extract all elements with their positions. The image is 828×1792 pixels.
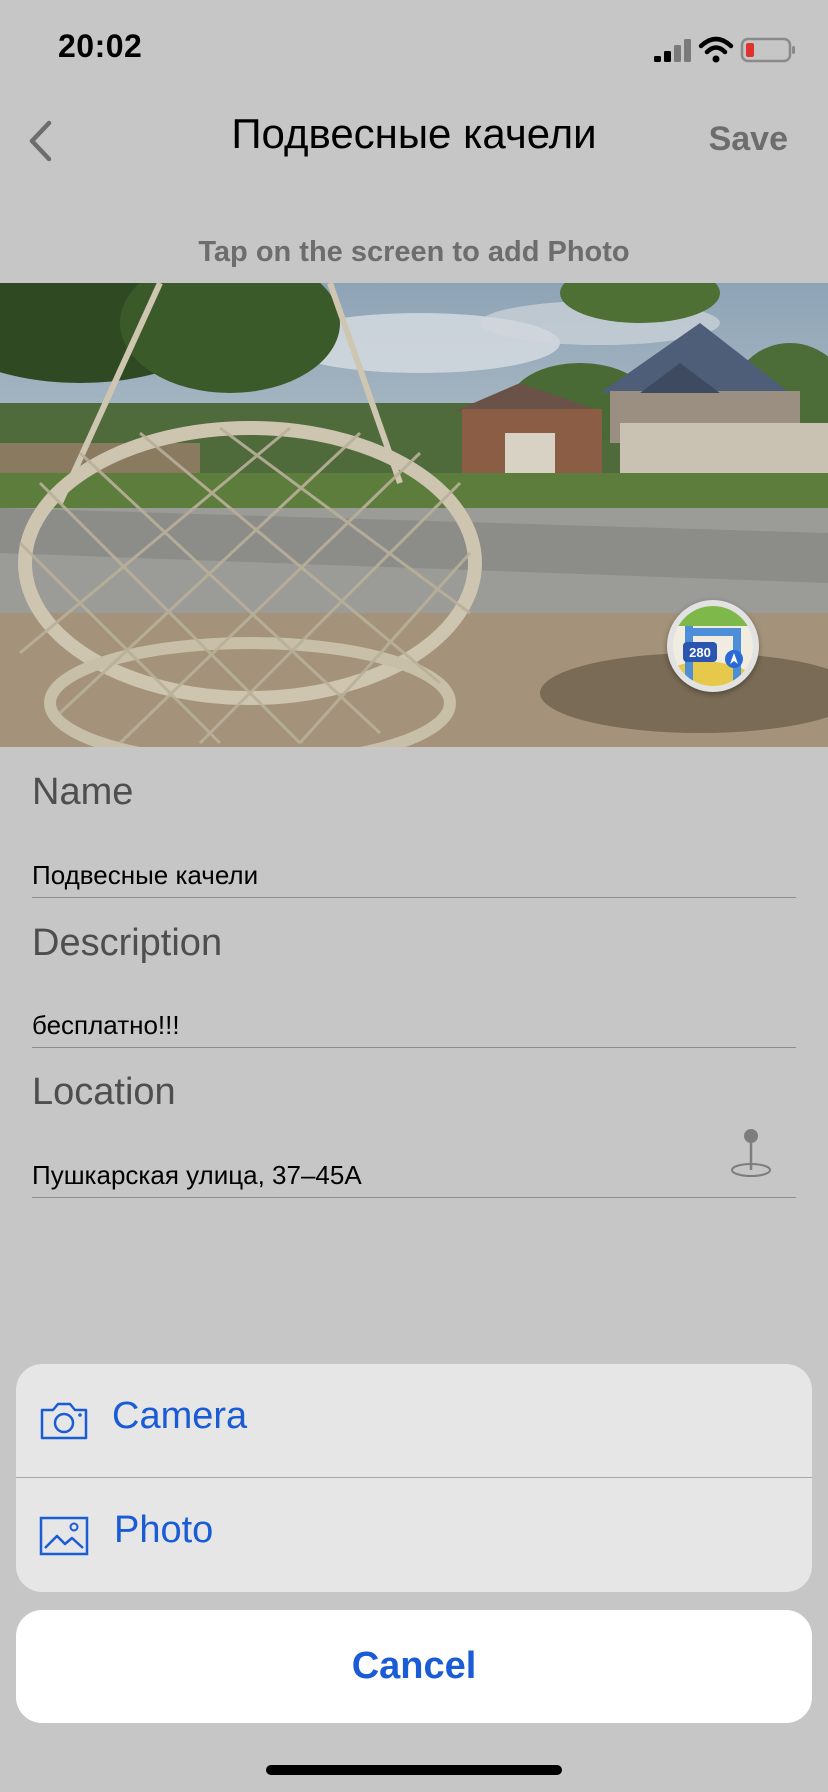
name-field[interactable]: Подвесные качели <box>32 860 258 891</box>
photo-option[interactable]: Photo <box>16 1478 812 1591</box>
name-underline <box>32 897 796 898</box>
description-label: Description <box>32 922 223 964</box>
cancel-label: Cancel <box>351 1645 477 1687</box>
camera-option[interactable]: Camera <box>16 1364 812 1477</box>
home-indicator[interactable] <box>266 1765 562 1775</box>
location-field[interactable]: Пушкарская улица, 37–45А <box>32 1160 362 1191</box>
map-pin-icon <box>731 1129 771 1177</box>
camera-icon <box>40 1402 88 1440</box>
camera-label: Camera <box>112 1395 248 1437</box>
cancel-button[interactable]: Cancel <box>16 1610 812 1723</box>
description-underline <box>32 1047 796 1048</box>
photo-icon <box>39 1516 89 1556</box>
location-pin-button[interactable] <box>728 1126 774 1178</box>
location-label: Location <box>32 1071 176 1113</box>
name-label: Name <box>32 771 134 813</box>
photo-source-sheet: Camera Photo <box>16 1364 812 1592</box>
description-field[interactable]: бесплатно!!! <box>32 1010 180 1041</box>
photo-label: Photo <box>114 1509 214 1551</box>
location-underline <box>32 1197 796 1198</box>
